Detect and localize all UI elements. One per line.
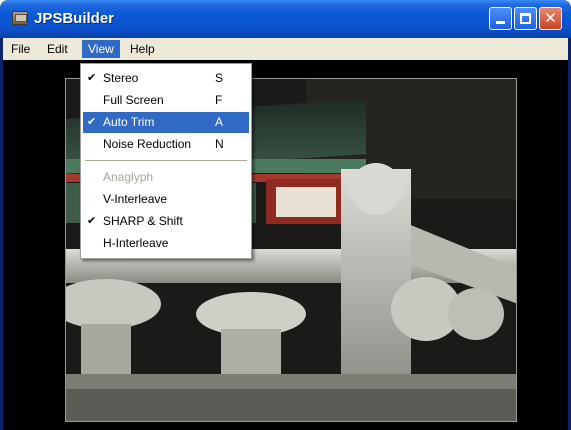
close-button[interactable]: ✕: [539, 7, 562, 30]
menu-bar: File Edit View Help: [3, 38, 568, 60]
menu-item-label: SHARP & Shift: [103, 214, 183, 228]
menu-item-shortcut: N: [215, 137, 224, 151]
menu-item-label: Auto Trim: [103, 115, 155, 129]
view-dropdown-menu: ✔ Stereo S Full Screen F ✔ Auto Trim A N…: [80, 63, 252, 259]
maximize-button[interactable]: [514, 7, 537, 30]
menu-item-shortcut: F: [215, 93, 223, 107]
menu-help[interactable]: Help: [124, 40, 161, 58]
minimize-icon: [496, 21, 505, 24]
menu-item-v-interleave[interactable]: V-Interleave: [83, 189, 249, 210]
menu-separator: [85, 160, 247, 161]
app-window: JPSBuilder ✕ File Edit View Help ✔ Stere…: [0, 0, 571, 430]
check-icon: ✔: [87, 72, 97, 84]
check-icon: ✔: [87, 215, 97, 227]
menu-view[interactable]: View: [82, 40, 120, 58]
app-icon[interactable]: [12, 11, 28, 25]
menu-item-full-screen[interactable]: Full Screen F: [83, 90, 249, 111]
menu-item-shortcut: A: [215, 115, 224, 129]
title-bar[interactable]: JPSBuilder ✕: [0, 0, 571, 38]
window-title: JPSBuilder: [34, 10, 115, 27]
menu-item-label: H-Interleave: [103, 236, 169, 250]
menu-file[interactable]: File: [5, 40, 36, 58]
close-icon: ✕: [544, 9, 557, 27]
menu-item-label: Full Screen: [103, 93, 164, 107]
minimize-button[interactable]: [489, 7, 512, 30]
check-icon: ✔: [87, 116, 97, 128]
menu-item-noise-reduction[interactable]: Noise Reduction N: [83, 134, 249, 155]
menu-item-stereo[interactable]: ✔ Stereo S: [83, 68, 249, 89]
menu-item-auto-trim[interactable]: ✔ Auto Trim A: [83, 112, 249, 133]
menu-item-sharp-shift[interactable]: ✔ SHARP & Shift: [83, 211, 249, 232]
menu-item-label: Anaglyph: [103, 170, 154, 184]
menu-item-anaglyph: Anaglyph: [83, 167, 249, 188]
menu-item-label: V-Interleave: [103, 192, 168, 206]
menu-item-label: Stereo: [103, 71, 139, 85]
menu-item-h-interleave[interactable]: H-Interleave: [83, 233, 249, 254]
menu-item-shortcut: S: [215, 71, 224, 85]
menu-edit[interactable]: Edit: [41, 40, 74, 58]
menu-item-label: Noise Reduction: [103, 137, 192, 151]
maximize-icon: [520, 13, 531, 24]
